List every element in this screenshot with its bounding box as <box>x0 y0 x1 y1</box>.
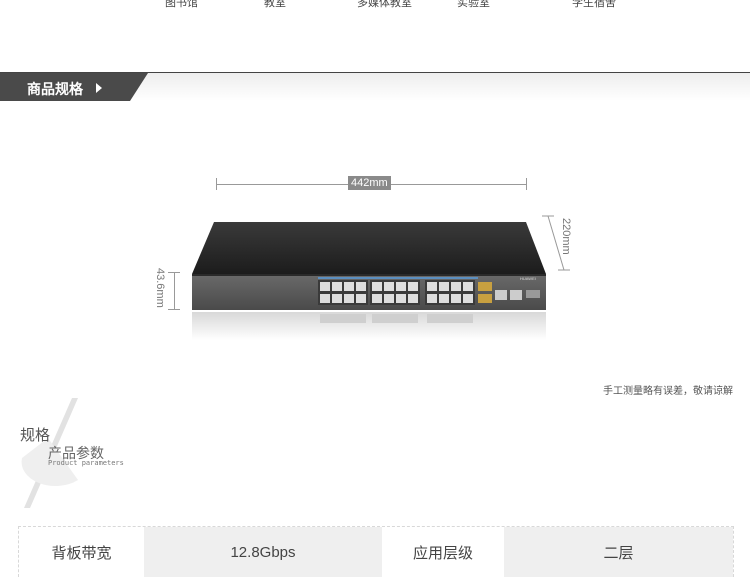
switch-product-image: HUAWEI <box>190 220 550 342</box>
triangle-right-icon <box>96 83 102 93</box>
spec-header-subtitle-en: Product parameters <box>48 459 124 467</box>
measurement-note: 手工测量略有误差，敬请谅解 <box>603 386 733 397</box>
height-dimension: 43.6mm <box>152 268 182 310</box>
scenario-label: 实验室 <box>457 0 490 9</box>
height-label: 43.6mm <box>154 268 166 308</box>
spec-header-title: 规格 <box>20 427 51 444</box>
scenario-label: 学生宿舍 <box>572 0 616 9</box>
section-tab: 商品规格 <box>0 73 150 101</box>
width-label: 442mm <box>348 176 391 190</box>
scenario-label: 多媒体教室 <box>357 0 412 9</box>
scenario-labels: 图书馆 教室 多媒体教室 实验室 学生宿舍 <box>0 0 750 10</box>
section-title: 商品规格 <box>27 81 83 97</box>
scenario-label: 图书馆 <box>165 0 198 9</box>
width-dimension: 442mm <box>216 176 527 192</box>
scenario-label: 教室 <box>264 0 286 9</box>
depth-label: 220mm <box>560 218 572 255</box>
brand-label: HUAWEI <box>520 276 536 281</box>
spec-table-row: 背板带宽 12.8Gbps 应用层级 二层 <box>18 526 734 577</box>
